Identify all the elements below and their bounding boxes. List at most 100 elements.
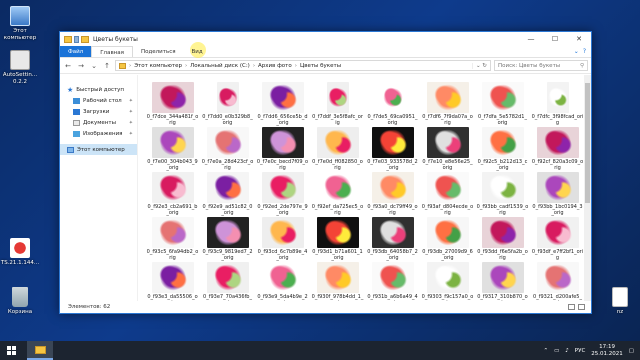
nav-item-documents[interactable]: Документы ✦ xyxy=(60,117,137,128)
image-thumbnail xyxy=(426,172,469,203)
file-item[interactable]: 0_f9317_310b870_orig xyxy=(476,262,529,301)
nav-label: Этот компьютер xyxy=(77,146,125,153)
address-dropdown-icon[interactable]: ⌄ ↻ xyxy=(472,62,490,69)
large-icons-view-icon[interactable] xyxy=(578,304,585,310)
file-item[interactable]: 0_f7dd0_e0b329b8_orig xyxy=(201,82,254,127)
file-item[interactable]: 0_f7df6_7f9da07a_orig xyxy=(421,82,474,127)
minimize-button[interactable]: — xyxy=(519,32,543,46)
file-item[interactable]: 0_f931b_a6b6a49_4_orig xyxy=(366,262,419,301)
file-item[interactable]: 0_f93dd_f6e5fa2b_orig xyxy=(476,217,529,262)
file-item[interactable]: 0_f92c5_b212d13_c_orig xyxy=(476,127,529,172)
language-indicator[interactable]: РУС xyxy=(575,348,586,354)
image-thumbnail xyxy=(481,217,524,248)
file-item[interactable]: 0_f93db_64058b7_2_orig xyxy=(366,217,419,262)
recent-chevron-icon[interactable]: ⌄ xyxy=(89,62,99,70)
tab-share[interactable]: Поделиться xyxy=(133,46,184,57)
file-item[interactable]: 0_f9321_d200afe5_orig xyxy=(531,262,584,301)
file-item[interactable]: 0_f92e3_cb2a691_b_orig xyxy=(146,172,199,217)
image-thumbnail xyxy=(481,82,524,113)
file-item[interactable]: 0_f93c5_6fa94db2_orig xyxy=(146,217,199,262)
back-arrow-icon[interactable]: ← xyxy=(63,62,73,70)
up-arrow-icon[interactable]: ↑ xyxy=(102,62,112,70)
taskbar-file-explorer[interactable] xyxy=(27,341,53,360)
file-item[interactable]: 0_f92ed_2de797e_9_orig xyxy=(256,172,309,217)
clock-date: 25.01.2021 xyxy=(591,350,623,357)
close-button[interactable]: ✕ xyxy=(567,32,591,46)
network-icon[interactable]: ▭ xyxy=(554,348,559,354)
nav-item-pictures[interactable]: Изображения ✦ xyxy=(60,128,137,139)
maximize-button[interactable]: ☐ xyxy=(543,32,567,46)
image-thumbnail xyxy=(261,217,304,248)
file-item[interactable]: 0_f93cd_6c7b89e_4_orig xyxy=(256,217,309,262)
file-item[interactable]: 0_f7e03_933578d_2_orig xyxy=(366,127,419,172)
file-item[interactable]: 0_f93a0_dc79ff49_orig xyxy=(366,172,419,217)
file-item[interactable]: 0_f92cf_820a3c09_orig xyxy=(531,127,584,172)
notifications-icon[interactable]: ▢ xyxy=(629,348,634,354)
file-name: 0_f7de5_69ca0951_orig xyxy=(367,114,418,126)
file-item[interactable]: 0_f9303_f9c157a0_orig xyxy=(421,262,474,301)
tab-view[interactable]: Вид xyxy=(184,42,211,58)
expand-ribbon-icon[interactable]: ⌄ xyxy=(574,48,579,55)
file-item[interactable]: 0_f7ddf_3e5f8afc_orig xyxy=(311,82,364,127)
file-item[interactable]: 0_f7dce_344a481f_orig xyxy=(146,82,199,127)
search-icon[interactable]: ⚲ xyxy=(580,63,584,69)
search-box[interactable]: ⚲ xyxy=(494,60,588,71)
file-item[interactable]: 0_f7e0c_becd7f09_orig xyxy=(256,127,309,172)
file-item[interactable]: 0_f7dfa_5e5782d1_orig xyxy=(476,82,529,127)
breadcrumb-drive-c[interactable]: Локальный диск (C:) xyxy=(190,63,250,69)
nav-this-pc[interactable]: Этот компьютер xyxy=(60,144,137,155)
file-item[interactable]: 0_f93db_27009d9_6_orig xyxy=(421,217,474,262)
tray-arrow-icon[interactable]: ⌃ xyxy=(543,348,548,354)
search-input[interactable] xyxy=(498,62,574,69)
file-item[interactable]: 0_f7e0d_ff082850_orig xyxy=(311,127,364,172)
file-name: 0_f92cf_820a3c09_orig xyxy=(531,159,584,171)
scrollbar-thumb[interactable] xyxy=(585,83,590,203)
desktop-icon-autosettings[interactable]: AutoSettin... 0.2.2 xyxy=(0,50,40,85)
tab-file[interactable]: Файл xyxy=(60,46,92,57)
volume-icon[interactable]: ♪ xyxy=(565,348,569,354)
desktop-icon-recycle-bin[interactable]: Корзина xyxy=(0,287,40,316)
file-item[interactable]: 0_f930f_978b4dd_1_orig xyxy=(311,262,364,301)
tab-home[interactable]: Главная xyxy=(91,46,133,57)
clock[interactable]: 17:19 25.01.2021 xyxy=(591,344,623,357)
navigation-pane: ★ Быстрый доступ Рабочий стол ✦ Загрузки… xyxy=(60,75,138,301)
file-item[interactable]: 0_f7e0a_28d423cf_orig xyxy=(201,127,254,172)
desktop-icon-this-pc[interactable]: Этот компьютер xyxy=(0,6,40,41)
breadcrumb-current-folder[interactable]: Цветы букеты xyxy=(300,63,341,69)
file-item[interactable]: 0_f93c9_9819ed7_2_orig xyxy=(201,217,254,262)
file-item[interactable]: 0_f93af_d804ecde_orig xyxy=(421,172,474,217)
file-item[interactable]: 0_f93df_e7ff2bf1_orig xyxy=(531,217,584,262)
file-item[interactable]: 0_f92e9_ad51c82_0_orig xyxy=(201,172,254,217)
file-item[interactable]: 0_f7e10_e8e56e25_orig xyxy=(421,127,474,172)
file-item[interactable]: 0_f93e3_da55506_orig xyxy=(146,262,199,301)
properties-icon[interactable] xyxy=(74,35,79,43)
file-item[interactable]: 0_f93d1_b71a601_1_orig xyxy=(311,217,364,262)
file-item[interactable]: 0_f7e00_304b043_9_orig xyxy=(146,127,199,172)
file-item[interactable]: 0_f7dfc_3f98fcad_orig xyxy=(531,82,584,127)
nav-label: Рабочий стол xyxy=(83,97,122,104)
desktop-icon-nz[interactable]: nz xyxy=(600,287,640,316)
vertical-scrollbar[interactable] xyxy=(584,75,591,301)
desktop-icon-ts[interactable]: TS.21.1.144... xyxy=(0,238,40,267)
new-folder-icon[interactable] xyxy=(81,35,89,43)
nav-item-desktop[interactable]: Рабочий стол ✦ xyxy=(60,95,137,106)
nav-quick-access[interactable]: ★ Быстрый доступ xyxy=(60,84,137,95)
nav-item-downloads[interactable]: Загрузки ✦ xyxy=(60,106,137,117)
file-item[interactable]: 0_f93e9_5da4b9e_2_orig xyxy=(256,262,309,301)
address-bar[interactable]: › Этот компьютер › Локальный диск (C:) ›… xyxy=(115,60,491,71)
start-button[interactable] xyxy=(0,341,22,360)
details-view-icon[interactable] xyxy=(568,304,575,310)
help-icon[interactable]: ? xyxy=(583,48,586,55)
breadcrumb-photo-archive[interactable]: Архив фото xyxy=(258,63,292,69)
image-thumbnail xyxy=(381,82,404,113)
breadcrumb-this-pc[interactable]: Этот компьютер xyxy=(134,63,182,69)
file-item[interactable]: 0_f93bb_1bc0194_3_orig xyxy=(531,172,584,217)
file-item[interactable]: 0_f7dd6_656ce5b_d_orig xyxy=(256,82,309,127)
file-item[interactable]: 0_f93bb_cadf1539_orig xyxy=(476,172,529,217)
file-name: 0_f7dce_344a481f_orig xyxy=(146,114,199,126)
title-bar[interactable]: Цветы букеты — ☐ ✕ xyxy=(60,32,591,46)
file-item[interactable]: 0_f92ef_da725ec5_orig xyxy=(311,172,364,217)
file-item[interactable]: 0_f93e7_70a436fb_orig xyxy=(201,262,254,301)
forward-arrow-icon[interactable]: → xyxy=(76,62,86,70)
file-item[interactable]: 0_f7de5_69ca0951_orig xyxy=(366,82,419,127)
